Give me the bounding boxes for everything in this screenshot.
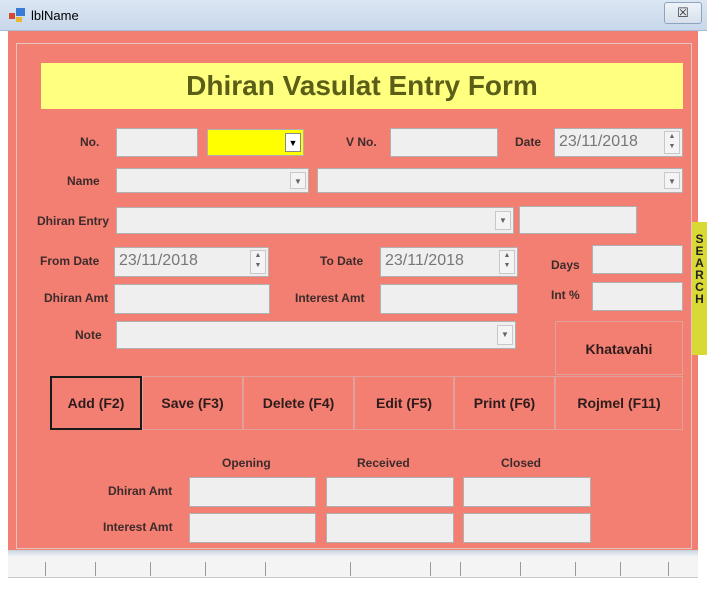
to-date-picker[interactable]: 23/11/2018 ▲ ▼ (380, 247, 518, 277)
chevron-down-icon[interactable]: ▼ (285, 133, 301, 152)
chevron-down-icon[interactable]: ▼ (497, 325, 513, 345)
dhiran-closed-input[interactable] (463, 477, 591, 507)
grid-column-divider (668, 562, 669, 576)
interest-closed-input[interactable] (463, 513, 591, 543)
close-button[interactable]: ☒ (664, 2, 702, 24)
int-pct-input[interactable] (592, 282, 683, 311)
from-date-spinner[interactable]: ▲ ▼ (250, 250, 266, 274)
grid-column-divider (575, 562, 576, 576)
closed-column-header: Closed (501, 456, 542, 470)
name-code-combo[interactable]: ▼ (116, 168, 309, 193)
grid-column-divider (620, 562, 621, 576)
days-label: Days (551, 258, 580, 272)
note-label: Note (75, 328, 102, 342)
opening-column-header: Opening (222, 456, 271, 470)
bottom-grid-header (8, 556, 698, 578)
vno-label: V No. (346, 135, 377, 149)
vno-input[interactable] (390, 128, 498, 157)
interest-opening-input[interactable] (189, 513, 316, 543)
date-value: 23/11/2018 (559, 133, 638, 150)
grid-column-divider (95, 562, 96, 576)
to-date-spinner[interactable]: ▲ ▼ (499, 250, 515, 274)
no-label: No. (80, 135, 100, 149)
days-input[interactable] (592, 245, 683, 274)
summary-dhiran-amt-label: Dhiran Amt (108, 484, 173, 498)
grid-column-divider (460, 562, 461, 576)
rojmel-button[interactable]: Rojmel (F11) (555, 376, 683, 430)
no-type-combo[interactable]: ▼ (207, 129, 304, 156)
to-date-value: 23/11/2018 (385, 252, 464, 269)
dhiran-amt-input[interactable] (114, 284, 270, 314)
received-column-header: Received (357, 456, 410, 470)
note-combo[interactable]: ▼ (116, 321, 516, 349)
search-tab[interactable]: S E A R C H (692, 222, 707, 355)
dhiran-entry-combo[interactable]: ▼ (116, 207, 514, 234)
khatavahi-button[interactable]: Khatavahi (555, 321, 683, 375)
dhiran-opening-input[interactable] (189, 477, 316, 507)
from-date-value: 23/11/2018 (119, 252, 198, 269)
chevron-down-icon[interactable]: ▼ (290, 172, 306, 189)
from-date-label: From Date (40, 254, 100, 268)
grid-column-divider (520, 562, 521, 576)
date-picker[interactable]: 23/11/2018 ▲ ▼ (554, 128, 683, 157)
window-title: lblName (31, 8, 79, 23)
grid-column-divider (350, 562, 351, 576)
search-letter: H (695, 292, 704, 306)
save-button[interactable]: Save (F3) (142, 376, 243, 430)
date-label: Date (515, 135, 542, 149)
dhiran-entry-label: Dhiran Entry (37, 214, 110, 228)
window-title-bar (0, 0, 707, 31)
grid-column-divider (150, 562, 151, 576)
interest-amt-input[interactable] (380, 284, 518, 314)
print-button[interactable]: Print (F6) (454, 376, 555, 430)
add-button[interactable]: Add (F2) (50, 376, 142, 430)
int-pct-label: Int % (551, 288, 580, 302)
dhiran-received-input[interactable] (326, 477, 454, 507)
interest-received-input[interactable] (326, 513, 454, 543)
grid-column-divider (45, 562, 46, 576)
date-spinner[interactable]: ▲ ▼ (664, 131, 680, 154)
chevron-down-icon[interactable]: ▼ (664, 172, 680, 189)
interest-amt-label: Interest Amt (295, 291, 365, 305)
form-heading: Dhiran Vasulat Entry Form (41, 63, 683, 109)
name-label: Name (67, 174, 100, 188)
app-icon (9, 8, 25, 22)
dhiran-entry-extra-input[interactable] (519, 206, 637, 234)
dhiran-amt-label: Dhiran Amt (44, 291, 109, 305)
chevron-down-icon[interactable]: ▼ (495, 211, 511, 230)
grid-column-divider (265, 562, 266, 576)
grid-column-divider (205, 562, 206, 576)
summary-interest-amt-label: Interest Amt (103, 520, 173, 534)
grid-column-divider (430, 562, 431, 576)
edit-button[interactable]: Edit (F5) (354, 376, 454, 430)
name-combo[interactable]: ▼ (317, 168, 683, 193)
delete-button[interactable]: Delete (F4) (243, 376, 354, 430)
from-date-picker[interactable]: 23/11/2018 ▲ ▼ (114, 247, 269, 277)
to-date-label: To Date (320, 254, 364, 268)
no-input[interactable] (116, 128, 198, 157)
